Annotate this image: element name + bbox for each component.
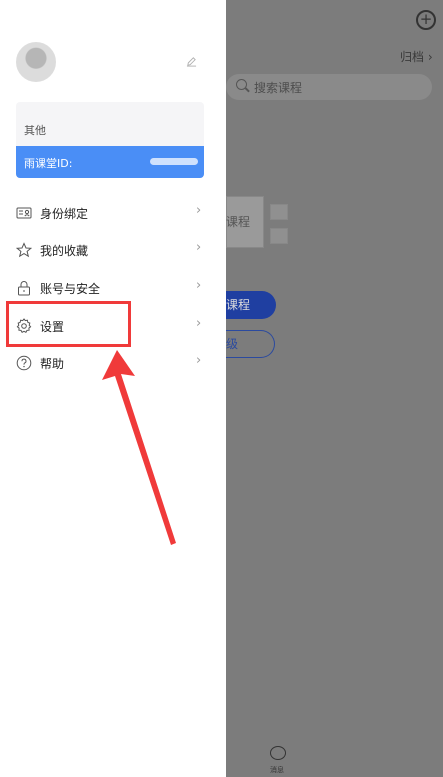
- create-course-button[interactable]: 课程: [226, 291, 276, 319]
- id-label: 雨课堂ID:: [24, 157, 73, 170]
- join-class-button[interactable]: 级: [226, 330, 275, 358]
- settings-highlight-box: [6, 301, 131, 347]
- id-bar: 雨课堂ID:: [16, 146, 204, 178]
- empty-illustration: [226, 192, 316, 272]
- menu-item-label: 账号与安全: [40, 282, 101, 296]
- profile-card: 其他 雨课堂ID:: [16, 102, 204, 178]
- search-icon: [236, 79, 247, 90]
- search-bar[interactable]: 搜索课程: [226, 74, 432, 100]
- chevron-right-icon: ›: [196, 353, 202, 368]
- chevron-right-icon: ›: [196, 203, 202, 218]
- avatar[interactable]: [16, 42, 56, 82]
- illustration-tile: [270, 228, 288, 244]
- side-drawer: 其他 雨课堂ID: 身份绑定 › 我的收藏 › 账号与安全 › 设置 › 帮助 …: [0, 0, 226, 777]
- chevron-right-icon: ›: [196, 240, 202, 255]
- help-icon: [16, 355, 32, 371]
- menu-item-favorites[interactable]: 我的收藏 ›: [0, 232, 226, 268]
- add-icon[interactable]: +: [416, 10, 436, 30]
- menu-item-help[interactable]: 帮助 ›: [0, 345, 226, 381]
- illustration-text: 课程: [226, 215, 251, 229]
- star-icon: [16, 242, 32, 258]
- search-placeholder: 搜索课程: [254, 81, 303, 95]
- menu-item-label: 我的收藏: [40, 244, 89, 258]
- id-value-redacted: [150, 158, 198, 165]
- message-icon[interactable]: [270, 746, 286, 760]
- archive-label: 归档: [400, 50, 425, 64]
- menu-item-identity-binding[interactable]: 身份绑定 ›: [0, 195, 226, 231]
- menu-item-label: 帮助: [40, 357, 65, 371]
- menu-item-label: 身份绑定: [40, 207, 89, 221]
- archive-link[interactable]: 归档 ›: [400, 48, 433, 65]
- id-card-icon: [16, 207, 32, 219]
- chevron-right-icon: ›: [196, 278, 202, 293]
- lock-icon: [18, 281, 30, 296]
- section-label: 其他: [24, 124, 46, 137]
- bottom-tab-label: 消息: [270, 766, 284, 774]
- illustration-tile: [270, 204, 288, 220]
- chevron-right-icon: ›: [196, 316, 202, 331]
- edit-icon[interactable]: [186, 56, 197, 67]
